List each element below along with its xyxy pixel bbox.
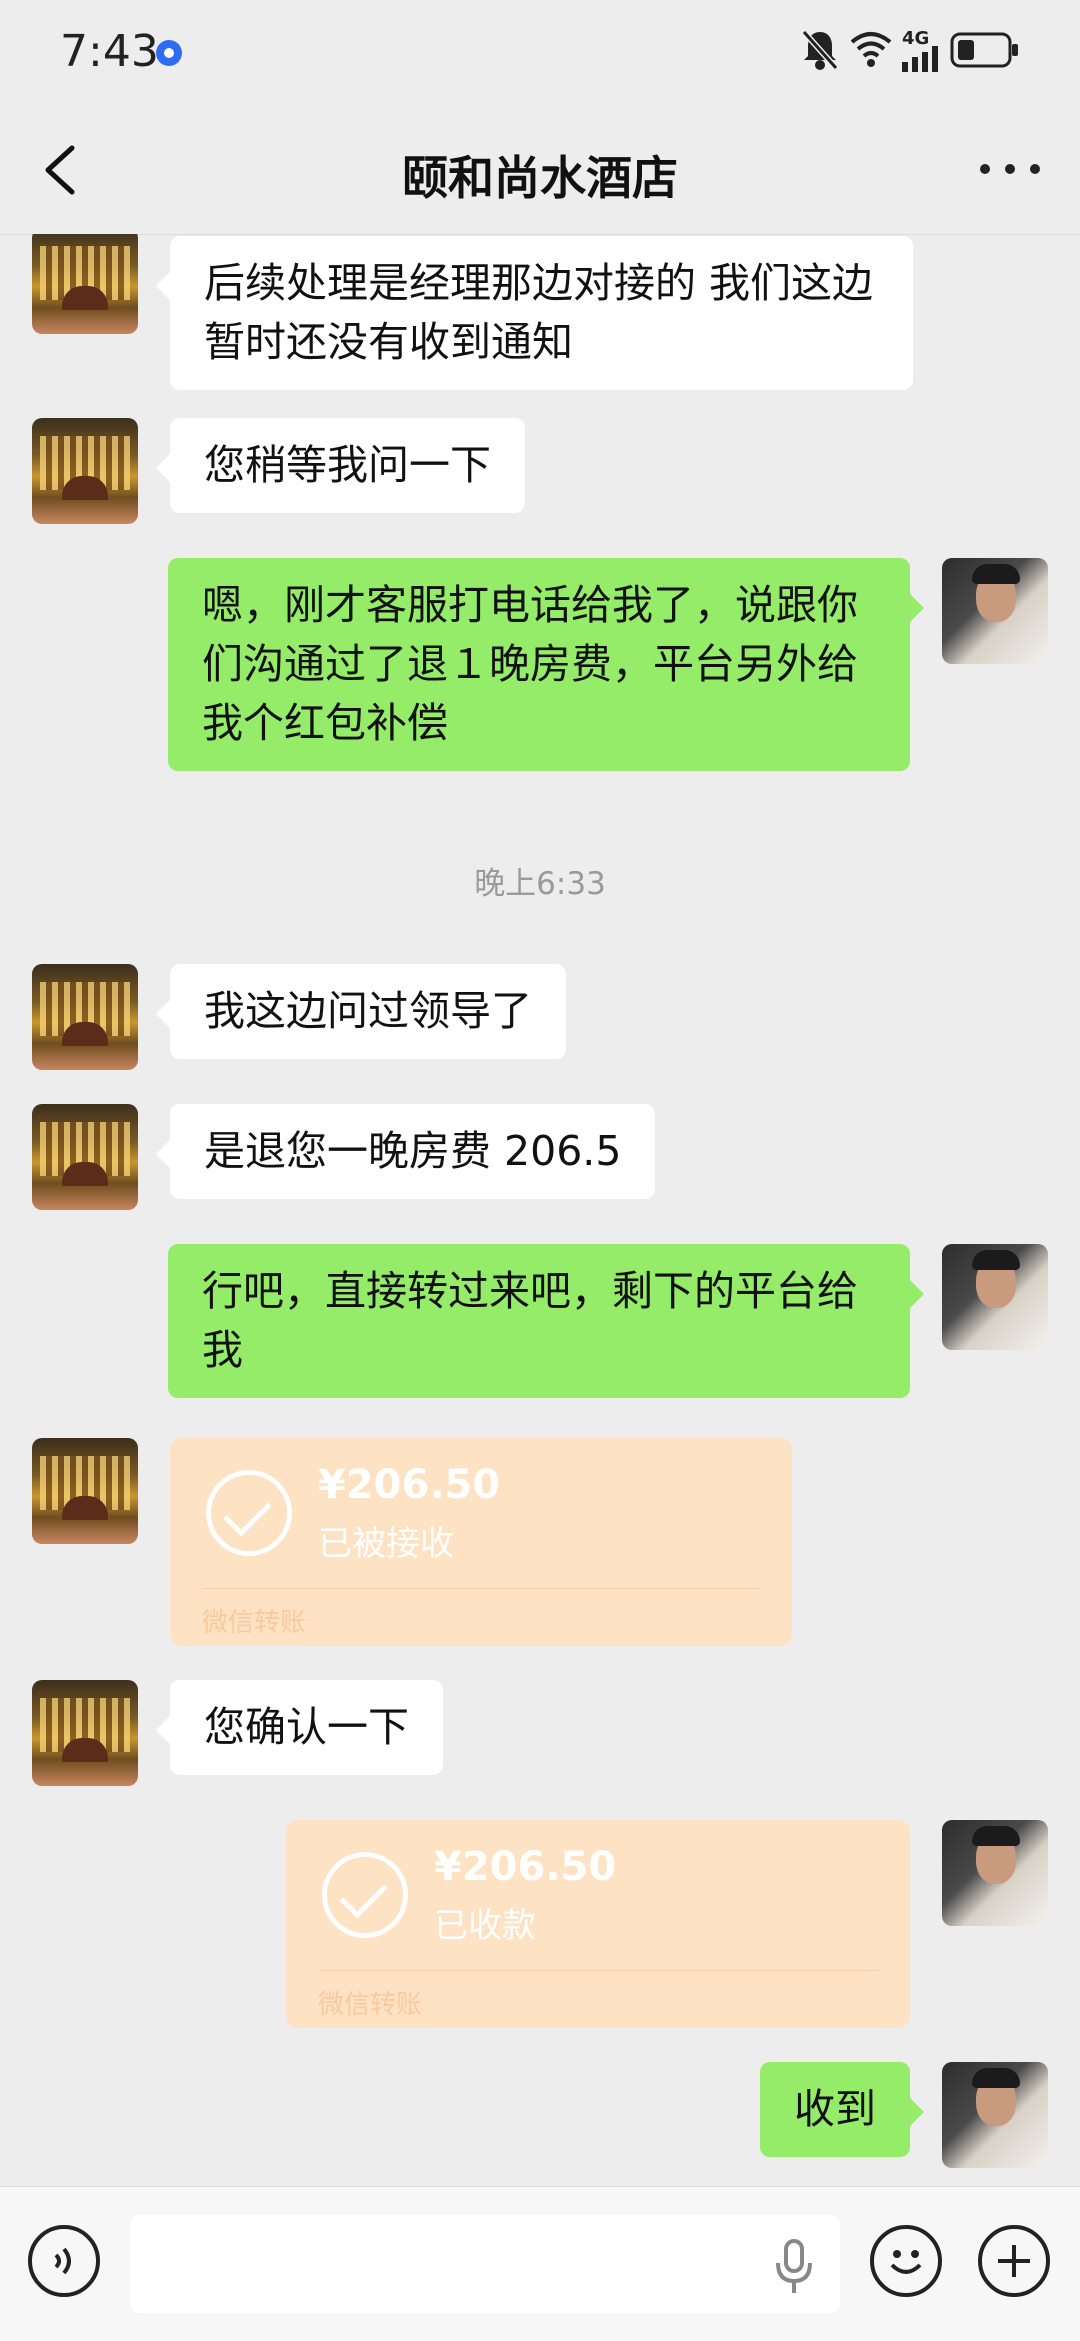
transfer-card-sent[interactable]: ¥206.50 已收款 微信转账 — [286, 1820, 910, 2028]
transfer-divider — [202, 1588, 760, 1589]
battery-icon — [950, 32, 1018, 68]
hotel-avatar[interactable] — [32, 1104, 138, 1210]
message-list[interactable]: 后续处理是经理那边对接的 我们这边暂时还没有收到通知 您稍等我问一下 嗯，刚才客… — [0, 234, 1080, 2186]
received-message[interactable]: 我这边问过领导了 — [156, 964, 566, 1059]
received-message[interactable]: 您确认一下 — [156, 1680, 443, 1775]
my-avatar[interactable] — [942, 1820, 1048, 1926]
transfer-status: 已被接收 — [318, 1524, 454, 1564]
emoji-icon[interactable] — [870, 2225, 942, 2297]
status-icons: 4G — [800, 28, 1040, 78]
hotel-avatar[interactable] — [32, 964, 138, 1070]
location-icon — [156, 40, 182, 66]
received-message[interactable]: 后续处理是经理那边对接的 我们这边暂时还没有收到通知 — [156, 236, 913, 390]
sent-message[interactable]: 嗯，刚才客服打电话给我了，说跟你们沟通过了退１晚房费，平台另外给我个红包补偿 — [168, 558, 924, 771]
transfer-status: 已收款 — [434, 1906, 536, 1946]
my-avatar[interactable] — [942, 2062, 1048, 2168]
plus-icon[interactable] — [978, 2225, 1050, 2297]
transfer-divider — [318, 1970, 878, 1971]
my-avatar[interactable] — [942, 1244, 1048, 1350]
more-dots-icon[interactable] — [980, 164, 1040, 176]
hotel-avatar[interactable] — [32, 1438, 138, 1544]
chat-title: 颐和尚水酒店 — [402, 151, 678, 205]
status-bar: 7:43 4G — [0, 0, 1080, 104]
signal-icon — [902, 46, 938, 72]
chat-header: 颐和尚水酒店 — [0, 104, 1080, 235]
wifi-icon — [850, 32, 892, 67]
check-circle-icon — [206, 1470, 292, 1556]
hotel-avatar[interactable] — [32, 418, 138, 524]
hotel-avatar[interactable] — [32, 234, 138, 334]
voice-mode-icon[interactable] — [28, 2225, 100, 2297]
transfer-amount: ¥206.50 — [434, 1844, 617, 1890]
message-input[interactable] — [130, 2215, 840, 2313]
received-message[interactable]: 您稍等我问一下 — [156, 418, 525, 513]
status-time: 7:43 — [60, 26, 159, 77]
check-circle-icon — [322, 1852, 408, 1938]
transfer-label: 微信转账 — [318, 1990, 423, 2020]
message-timestamp: 晚上6:33 — [474, 866, 606, 902]
transfer-card-received[interactable]: ¥206.50 已被接收 微信转账 — [170, 1438, 792, 1646]
received-message[interactable]: 是退您一晚房费 206.5 — [155, 1104, 656, 1199]
input-bar — [0, 2186, 1080, 2341]
microphone-icon[interactable] — [772, 2239, 816, 2295]
mute-icon — [801, 30, 839, 70]
sent-message[interactable]: 收到 — [760, 2062, 924, 2157]
hotel-avatar[interactable] — [32, 1680, 138, 1786]
transfer-label: 微信转账 — [202, 1608, 307, 1638]
transfer-amount: ¥206.50 — [318, 1462, 501, 1508]
sent-message[interactable]: 行吧，直接转过来吧，剩下的平台给我 — [168, 1244, 924, 1398]
my-avatar[interactable] — [942, 558, 1048, 664]
